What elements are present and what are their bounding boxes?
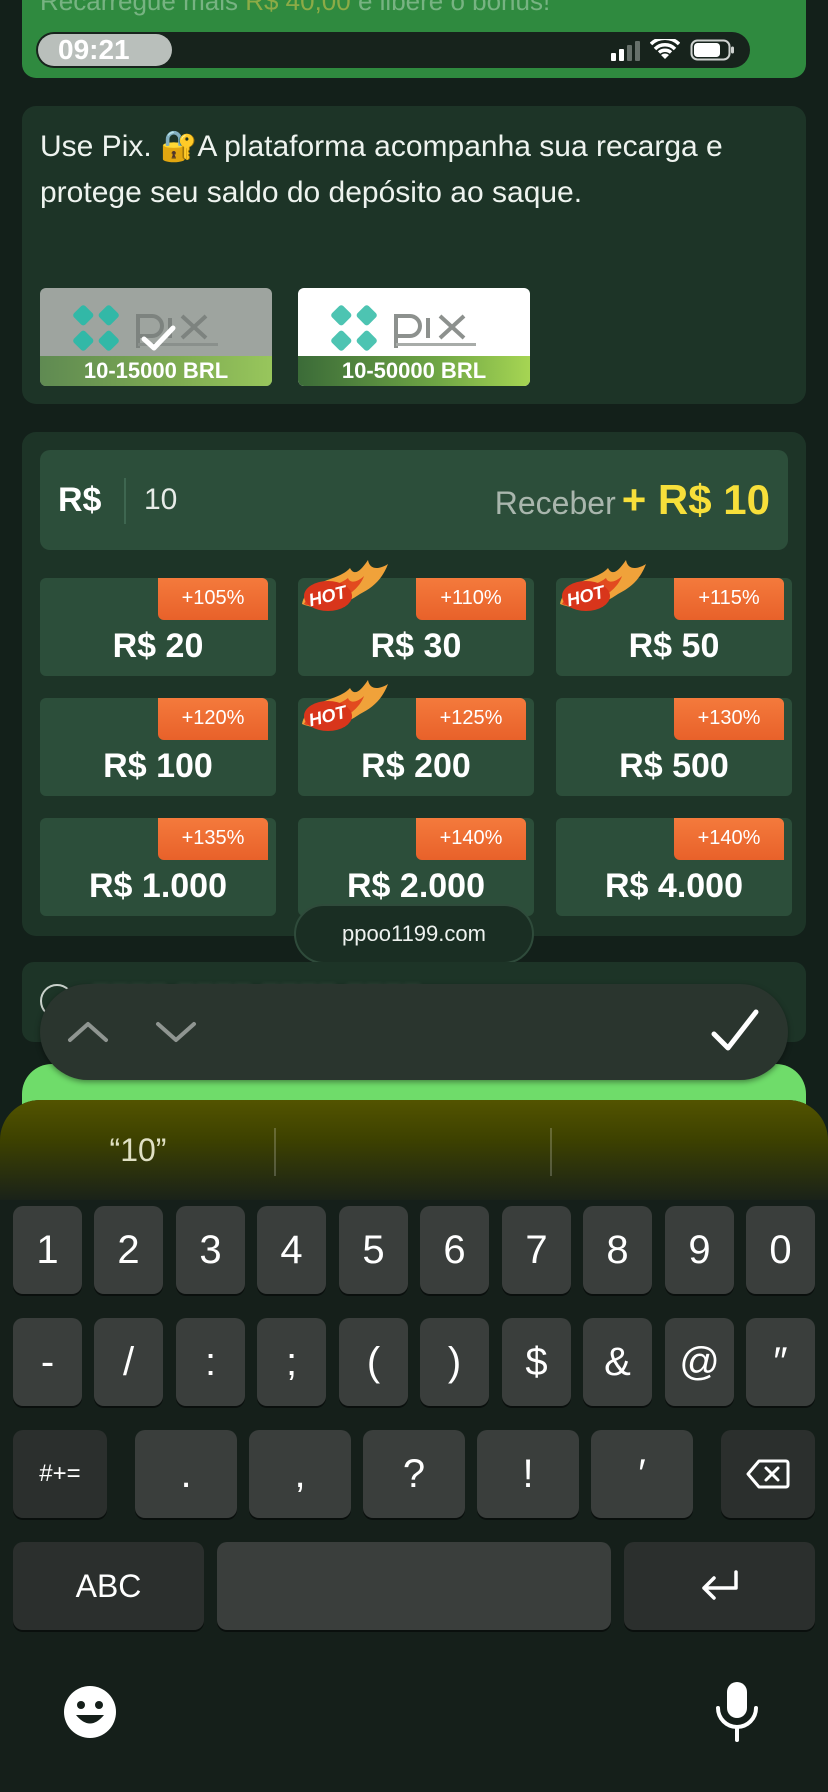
- clock: 09:21: [38, 34, 172, 66]
- key-symbol[interactable]: (: [339, 1318, 408, 1406]
- amount-option-label: R$ 1.000: [89, 867, 227, 905]
- pix-range-label: 10-50000 BRL: [298, 356, 530, 386]
- pix-range-label: 10-15000 BRL: [40, 356, 272, 386]
- amount-option[interactable]: +140% R$ 2.000: [298, 818, 534, 916]
- delete-key[interactable]: [721, 1430, 815, 1518]
- abc-key[interactable]: ABC: [13, 1542, 204, 1630]
- key-4[interactable]: 4: [257, 1206, 326, 1294]
- bonus-badge: +135%: [158, 818, 268, 860]
- done-check-icon[interactable]: [706, 1004, 762, 1060]
- bonus-badge: +120%: [158, 698, 268, 740]
- bonus-badge: +115%: [674, 578, 784, 620]
- key-7[interactable]: 7: [502, 1206, 571, 1294]
- amount-option-label: R$ 30: [370, 627, 462, 665]
- lock-icon: 🔐: [160, 130, 198, 163]
- key-punctuation[interactable]: ?: [363, 1430, 465, 1518]
- wifi-icon: [650, 39, 680, 61]
- key-symbol[interactable]: ″: [746, 1318, 815, 1406]
- amount-option-label: R$ 50: [628, 627, 720, 665]
- divider: [550, 1128, 552, 1176]
- key-2[interactable]: 2: [94, 1206, 163, 1294]
- suggestion-1[interactable]: “10”: [0, 1100, 276, 1200]
- pix-description: Use Pix. 🔐A plataforma acompanha sua rec…: [40, 124, 780, 216]
- backspace-icon: [746, 1459, 790, 1489]
- amount-option[interactable]: +120% R$ 100: [40, 698, 276, 796]
- keyboard: “10” 1 2 3 4 5 6 7 8 9 0 - /:;() $ & @ ″ #+=.,?! ′ ABC: [0, 1100, 828, 1792]
- key-5[interactable]: 5: [339, 1206, 408, 1294]
- bonus-badge: +140%: [674, 818, 784, 860]
- symbols-key[interactable]: #+=: [13, 1430, 107, 1518]
- bonus-badge: +140%: [416, 818, 526, 860]
- key-punctuation[interactable]: ′: [591, 1430, 693, 1518]
- key-symbol[interactable]: ;: [257, 1318, 326, 1406]
- hot-flame-icon: HOT: [302, 680, 388, 731]
- amount-option[interactable]: +140% R$ 4.000: [556, 818, 792, 916]
- amount-option[interactable]: +135% R$ 1.000: [40, 818, 276, 916]
- amount-option[interactable]: +125% R$ 200 HOT: [298, 680, 534, 796]
- receive-summary: Receber + R$ 10: [494, 476, 770, 523]
- hot-flame-icon: HOT: [302, 560, 388, 611]
- amount-value[interactable]: 10: [144, 450, 177, 550]
- key-symbol[interactable]: -: [13, 1318, 82, 1406]
- key-6[interactable]: 6: [420, 1206, 489, 1294]
- currency-label: R$: [58, 481, 102, 519]
- suggestion-bar: “10”: [0, 1100, 828, 1200]
- chevron-down-icon[interactable]: [148, 1004, 204, 1060]
- amount-option-label: R$ 4.000: [605, 867, 743, 905]
- key-punctuation[interactable]: !: [477, 1430, 579, 1518]
- key-symbol[interactable]: ): [420, 1318, 489, 1406]
- microphone-icon[interactable]: [712, 1680, 762, 1747]
- chevron-up-icon[interactable]: [60, 1004, 116, 1060]
- key-symbol[interactable]: :: [176, 1318, 245, 1406]
- divider: [274, 1128, 276, 1176]
- checkmark-icon: [141, 325, 176, 351]
- key-1[interactable]: 1: [13, 1206, 82, 1294]
- amount-option[interactable]: +110% R$ 30 HOT: [298, 560, 534, 676]
- key-symbol[interactable]: /: [94, 1318, 163, 1406]
- key-0[interactable]: 0: [746, 1206, 815, 1294]
- deposit-amount-card: R$ 10 Receber + R$ 10 +105% R$ 20 +110% R$ 3…: [22, 432, 806, 936]
- key-punctuation[interactable]: .: [135, 1430, 237, 1518]
- amount-option[interactable]: +130% R$ 500: [556, 698, 792, 796]
- status-bar: 09:21: [36, 32, 750, 68]
- amount-option[interactable]: +105% R$ 20: [40, 578, 276, 676]
- key-symbol[interactable]: &: [583, 1318, 652, 1406]
- url-badge: ppoo1199.com: [294, 904, 534, 964]
- amount-option-label: R$ 100: [103, 747, 213, 785]
- pix-logo-icon: [331, 305, 476, 351]
- bonus-badge: +105%: [158, 578, 268, 620]
- key-symbol[interactable]: @: [665, 1318, 734, 1406]
- status-icons: [611, 38, 736, 62]
- bonus-banner-text: Recarregue mais R$ 40,00 e libere o bônu…: [40, 0, 551, 16]
- keyboard-accessory-bar: [40, 984, 788, 1080]
- amount-option-label: R$ 500: [619, 747, 729, 785]
- key-symbol[interactable]: $: [502, 1318, 571, 1406]
- key-3[interactable]: 3: [176, 1206, 245, 1294]
- key-9[interactable]: 9: [665, 1206, 734, 1294]
- hot-flame-icon: HOT: [560, 560, 646, 611]
- battery-icon: [690, 38, 736, 62]
- divider: [124, 478, 126, 524]
- cellular-signal-icon: [611, 39, 640, 61]
- pix-option-2[interactable]: 10-50000 BRL: [298, 288, 530, 386]
- space-key[interactable]: [217, 1542, 611, 1630]
- emoji-icon[interactable]: [62, 1684, 118, 1745]
- key-punctuation[interactable]: ,: [249, 1430, 351, 1518]
- bonus-badge: +110%: [416, 578, 526, 620]
- top-banner: Recarregue mais R$ 40,00 e libere o bônu…: [22, 0, 806, 78]
- pix-payment-card: Use Pix. 🔐A plataforma acompanha sua rec…: [22, 106, 806, 404]
- amount-input[interactable]: R$ 10 Receber + R$ 10: [40, 450, 788, 550]
- pix-option-1[interactable]: 10-15000 BRL: [40, 288, 272, 386]
- amount-option[interactable]: +115% R$ 50 HOT: [556, 560, 792, 676]
- bonus-badge: +125%: [416, 698, 526, 740]
- return-key[interactable]: [624, 1542, 815, 1630]
- amount-option-label: R$ 2.000: [347, 867, 485, 905]
- bonus-badge: +130%: [674, 698, 784, 740]
- amount-option-label: R$ 20: [112, 627, 204, 665]
- return-icon: [701, 1570, 738, 1600]
- key-8[interactable]: 8: [583, 1206, 652, 1294]
- amount-option-label: R$ 200: [361, 747, 471, 785]
